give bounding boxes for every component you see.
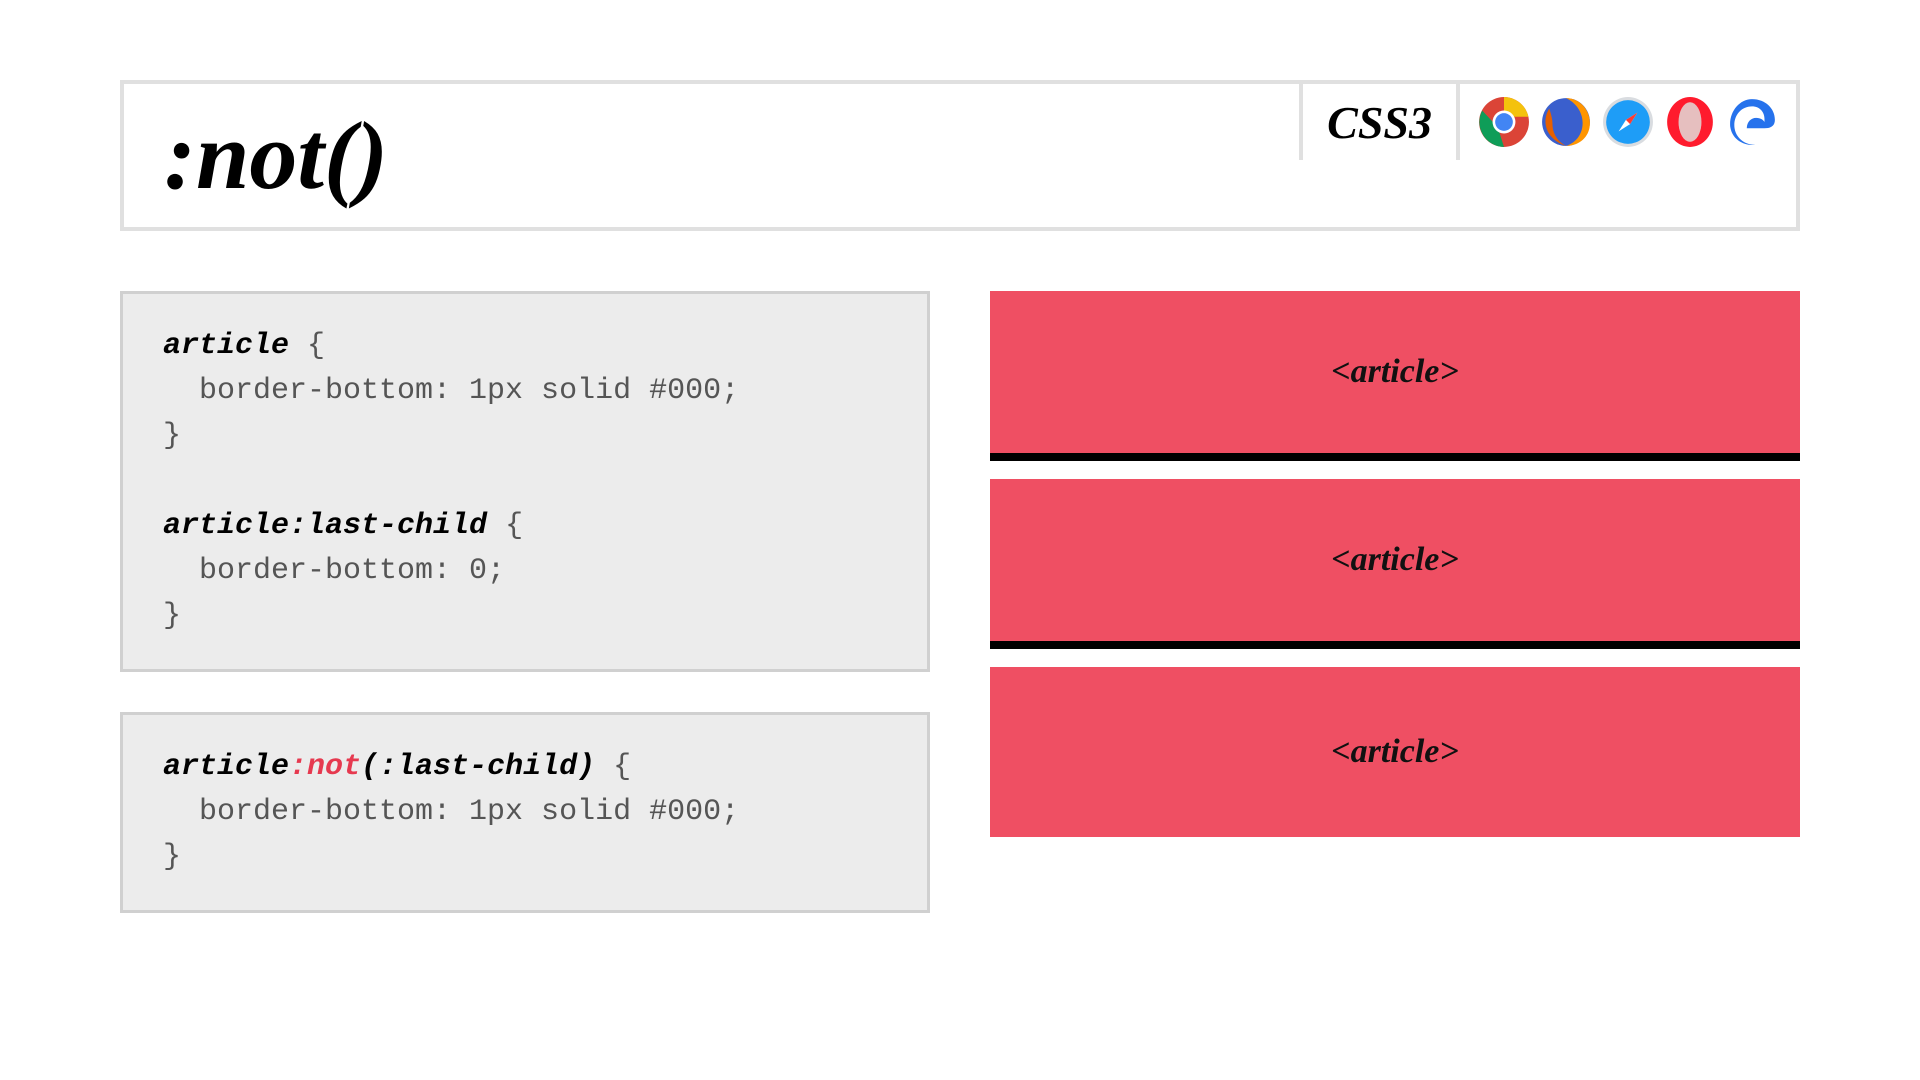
spec-badge: CSS3: [1299, 84, 1456, 160]
page-title: :not(): [164, 100, 388, 211]
articles-demo: <article> <article> <article>: [990, 291, 1800, 837]
code-text: {: [595, 750, 631, 784]
code-column: article { border-bottom: 1px solid #000;…: [120, 291, 930, 1000]
code-text: }: [163, 599, 181, 633]
header-row: :not() CSS3: [120, 80, 1800, 231]
firefox-icon: [1540, 96, 1592, 148]
demo-article-label: <article>: [1331, 541, 1459, 579]
code-text: border-bottom: 1px solid #000;: [163, 374, 739, 408]
code-text: {: [487, 509, 523, 543]
browser-support: [1456, 84, 1796, 160]
opera-icon: [1664, 96, 1716, 148]
demo-article: <article>: [990, 479, 1800, 649]
demo-article: <article>: [990, 667, 1800, 837]
code-text: {: [289, 329, 325, 363]
edge-icon: [1726, 96, 1778, 148]
title-cell: :not(): [124, 84, 1299, 227]
content-row: article { border-bottom: 1px solid #000;…: [120, 291, 1800, 1000]
safari-icon: [1602, 96, 1654, 148]
code-text: }: [163, 840, 181, 874]
code-selector: article: [163, 329, 289, 363]
code-selector: article:last-child: [163, 509, 487, 543]
code-selector: (:last-child): [361, 750, 595, 784]
code-text: border-bottom: 0;: [163, 554, 505, 588]
slide: :not() CSS3: [0, 0, 1920, 1080]
code-block-1: article { border-bottom: 1px solid #000;…: [120, 291, 930, 672]
code-text: }: [163, 419, 181, 453]
code-text: border-bottom: 1px solid #000;: [163, 795, 739, 829]
code-not-keyword: :not: [289, 750, 361, 784]
code-block-2: article:not(:last-child) { border-bottom…: [120, 712, 930, 913]
demo-column: <article> <article> <article>: [990, 291, 1800, 1000]
code-selector: article: [163, 750, 289, 784]
demo-article-label: <article>: [1331, 353, 1459, 391]
demo-article-label: <article>: [1331, 733, 1459, 771]
chrome-icon: [1478, 96, 1530, 148]
demo-article: <article>: [990, 291, 1800, 461]
